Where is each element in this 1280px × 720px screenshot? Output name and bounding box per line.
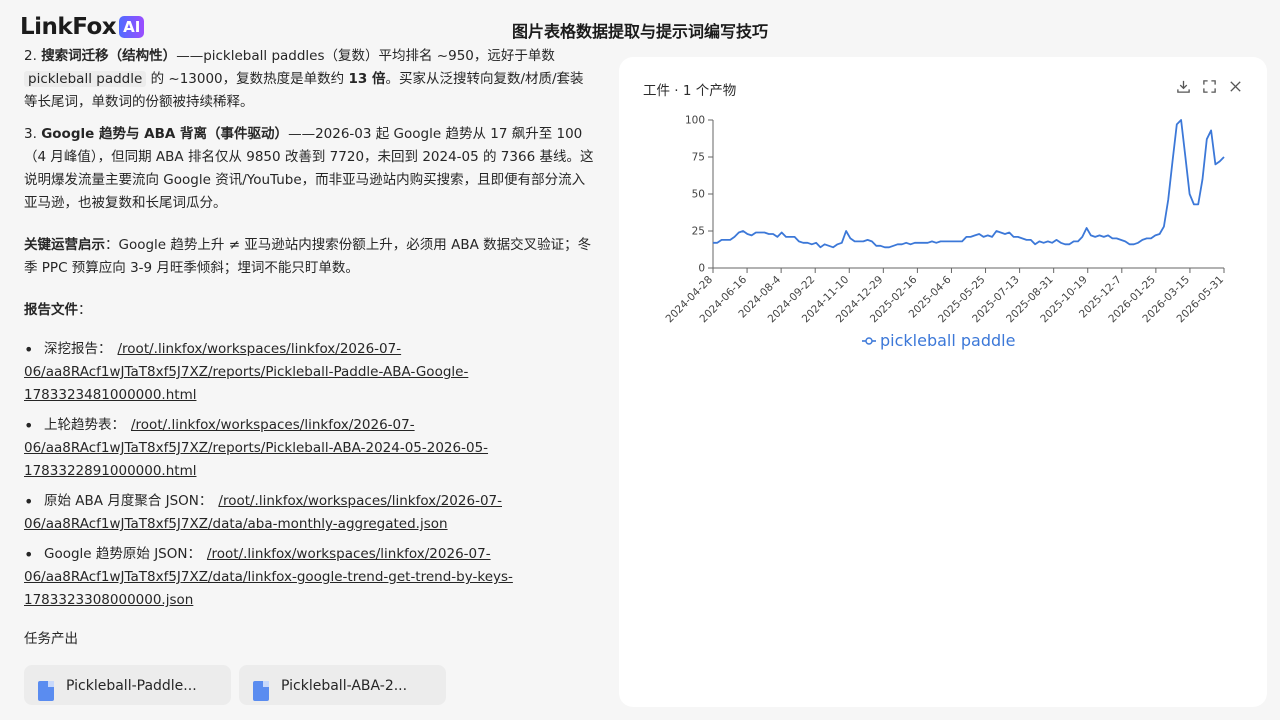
file-path-part: /root/.linkfox/workspaces/linkfox/2026-0…: [117, 341, 402, 357]
files-section-label: 报告文件：: [24, 299, 594, 322]
list-item: 上轮趋势表： /root/.linkfox/workspaces/linkfox/…: [24, 414, 594, 483]
finding-number: 2.: [24, 48, 37, 64]
artifact-panel: 0 25 50 75 100 2024-04-28 2024-06-16 2024-08-4 2…: [619, 57, 1267, 707]
finding-paragraph-3: 3. Google 趋势与 ABA 背离（事件驱动）——2026-03 起 Go…: [24, 123, 594, 215]
y-tick-label: 75: [692, 152, 705, 164]
page-title: 图片表格数据提取与提示词编写技巧: [511, 22, 768, 41]
output-card-list: Pickleball-Paddle... Pickleball-ABA-2...: [24, 665, 594, 705]
chart-container: 0 25 50 75 100 2024-04-28 2024-06-16 2024-08-4 2…: [619, 57, 1267, 707]
file-path-part: 06/aa8RAcf1wJTaT8xf5J7XZ/data/aba-monthl…: [24, 516, 448, 532]
fullscreen-icon[interactable]: [1202, 79, 1217, 94]
list-item: 深挖报告： /root/.linkfox/workspaces/linkfox/2…: [24, 338, 594, 407]
file-name: 上轮趋势表：: [44, 417, 125, 433]
file-path-part: 06/aa8RAcf1wJTaT8xf5J7XZ/reports/Pickleb…: [24, 440, 489, 456]
list-item: Google 趋势原始 JSON： /root/.linkfox/workspac…: [24, 543, 594, 612]
file-path-part: /root/.linkfox/workspaces/linkfox/2026-0…: [218, 493, 502, 509]
legend-symbol-marker: [865, 337, 873, 345]
artifact-panel-title: 工件 · 1 个产物: [643, 83, 737, 99]
file-path-part: 06/aa8RAcf1wJTaT8xf5J7XZ/data/linkfox-go…: [24, 569, 513, 585]
y-tick-label: 25: [692, 226, 705, 238]
finding-emphasis: 13 倍: [348, 71, 386, 87]
output-file-card[interactable]: Pickleball-ABA-2...: [239, 665, 446, 705]
close-icon[interactable]: [1228, 79, 1243, 94]
file-name: Google 趋势原始 JSON：: [44, 546, 201, 562]
finding-heading: 搜索词迁移（结构性）: [41, 48, 177, 64]
file-path-part: 06/aa8RAcf1wJTaT8xf5J7XZ/reports/Pickleb…: [24, 364, 469, 380]
artifact-panel-toolbar: [1176, 79, 1243, 94]
insight-text: ：Google 趋势上升 ≠ 亚马逊站内搜索份额上升，必须用 ABA 数据交叉验…: [24, 237, 592, 276]
finding-heading: Google 趋势与 ABA 背离（事件驱动）: [41, 126, 289, 142]
series-line: [713, 119, 1225, 249]
file-path-part: /root/.linkfox/workspaces/linkfox/2026-0…: [131, 417, 415, 433]
output-file-name: Pickleball-Paddle...: [66, 678, 197, 694]
insight-heading: 关键运营启示: [24, 237, 105, 253]
report-file-list: 深挖报告： /root/.linkfox/workspaces/linkfox/2…: [24, 338, 594, 612]
output-file-card[interactable]: Pickleball-Paddle...: [24, 665, 231, 705]
file-path-link[interactable]: /root/.linkfox/workspaces/linkfox/2026-0…: [24, 341, 594, 407]
file-path-part: /root/.linkfox/workspaces/linkfox/2026-0…: [206, 546, 491, 562]
finding-number: 3.: [24, 126, 37, 142]
files-label-text: 报告文件: [24, 302, 78, 318]
file-name: 原始 ABA 月度聚合 JSON：: [44, 493, 213, 509]
file-path-part: 1783323481000000.html: [24, 387, 197, 403]
line-chart: 02550751002024-04-282024-06-162024-08-42…: [663, 115, 1226, 351]
y-tick-label: 100: [685, 115, 705, 127]
file-path-part: 1783322891000000.html: [24, 463, 197, 479]
y-tick-label: 50: [692, 189, 705, 201]
document-icon: [253, 681, 269, 703]
files-label-colon: ：: [78, 302, 92, 318]
file-name: 深挖报告：: [44, 341, 112, 357]
y-tick-label: 0: [698, 263, 705, 275]
file-path-part: 1783323308000000.json: [24, 592, 194, 608]
task-output-label: 任务产出: [24, 631, 78, 647]
document-icon: [38, 681, 54, 703]
chat-message-content: 2. 搜索词迁移（结构性）——pickleball paddles（复数）平均排…: [24, 45, 594, 705]
finding-text: ——pickleball paddles（复数）平均排名 ~950，远好于单数: [176, 48, 555, 64]
insight-paragraph: 关键运营启示：Google 趋势上升 ≠ 亚马逊站内搜索份额上升，必须用 ABA…: [24, 234, 594, 280]
legend-label: pickleball paddle: [880, 331, 1015, 350]
list-item: 原始 ABA 月度聚合 JSON： /root/.linkfox/workspac…: [24, 490, 594, 536]
finding-text: 的 ~13000，复数热度是单数约: [150, 71, 345, 87]
finding-paragraph-2: 2. 搜索词迁移（结构性）——pickleball paddles（复数）平均排…: [24, 45, 594, 114]
output-file-name: Pickleball-ABA-2...: [281, 678, 408, 694]
download-icon[interactable]: [1176, 79, 1191, 94]
inline-code: pickleball paddle: [24, 71, 147, 87]
file-path-link[interactable]: /root/.linkfox/workspaces/linkfox/2026-0…: [24, 417, 594, 483]
